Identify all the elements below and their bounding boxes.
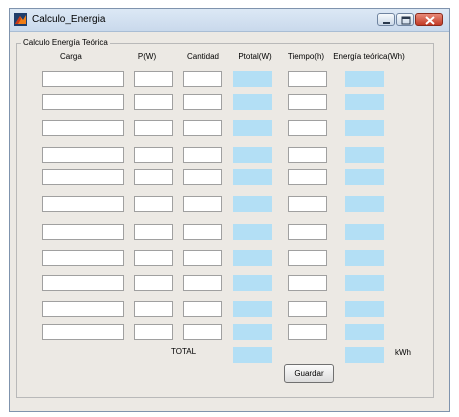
potencia-field[interactable]: [134, 224, 173, 240]
energia-field: [345, 275, 384, 291]
potencia-field[interactable]: [134, 275, 173, 291]
tiempo-field[interactable]: [288, 324, 327, 340]
energia-field: [345, 169, 384, 185]
potencia-field[interactable]: [134, 169, 173, 185]
cantidad-field[interactable]: [183, 169, 222, 185]
tiempo-field[interactable]: [288, 301, 327, 317]
header-energia: Energía teórica(Wh): [333, 52, 405, 61]
title-bar[interactable]: Calculo_Energia: [10, 9, 449, 32]
energia-field: [345, 324, 384, 340]
potencia-field[interactable]: [134, 324, 173, 340]
total-energia-field: [345, 347, 384, 363]
cantidad-field[interactable]: [183, 196, 222, 212]
carga-field[interactable]: [42, 224, 124, 240]
total-label: TOTAL: [171, 347, 197, 356]
header-ptotal: Ptotal(W): [238, 52, 272, 61]
ptotal-field: [233, 224, 272, 240]
tiempo-field[interactable]: [288, 275, 327, 291]
energia-field: [345, 196, 384, 212]
tiempo-field[interactable]: [288, 120, 327, 136]
ptotal-field: [233, 275, 272, 291]
energia-field: [345, 224, 384, 240]
potencia-field[interactable]: [134, 250, 173, 266]
cantidad-field[interactable]: [183, 250, 222, 266]
app-window: Calculo_Energia Calculo Energía Teórica …: [9, 8, 450, 412]
carga-field[interactable]: [42, 301, 124, 317]
matlab-icon: [14, 13, 27, 26]
cantidad-field[interactable]: [183, 71, 222, 87]
energia-field: [345, 250, 384, 266]
ptotal-field: [233, 120, 272, 136]
potencia-field[interactable]: [134, 94, 173, 110]
window-title: Calculo_Energia: [32, 14, 106, 25]
carga-field[interactable]: [42, 275, 124, 291]
carga-field[interactable]: [42, 147, 124, 163]
minimize-icon: [383, 22, 390, 24]
ptotal-field: [233, 169, 272, 185]
potencia-field[interactable]: [134, 71, 173, 87]
cantidad-field[interactable]: [183, 147, 222, 163]
close-button[interactable]: [415, 13, 443, 26]
ptotal-field: [233, 250, 272, 266]
cantidad-field[interactable]: [183, 301, 222, 317]
carga-field[interactable]: [42, 196, 124, 212]
header-potencia: P(W): [137, 52, 157, 61]
potencia-field[interactable]: [134, 301, 173, 317]
tiempo-field[interactable]: [288, 224, 327, 240]
close-icon: [425, 16, 435, 25]
tiempo-field[interactable]: [288, 71, 327, 87]
tiempo-field[interactable]: [288, 250, 327, 266]
energia-field: [345, 301, 384, 317]
ptotal-field: [233, 301, 272, 317]
cantidad-field[interactable]: [183, 120, 222, 136]
tiempo-field[interactable]: [288, 94, 327, 110]
save-button[interactable]: Guardar: [284, 364, 334, 383]
maximize-button[interactable]: [396, 13, 414, 26]
carga-field[interactable]: [42, 250, 124, 266]
potencia-field[interactable]: [134, 120, 173, 136]
cantidad-field[interactable]: [183, 324, 222, 340]
ptotal-field: [233, 94, 272, 110]
ptotal-field: [233, 71, 272, 87]
carga-field[interactable]: [42, 94, 124, 110]
energia-field: [345, 147, 384, 163]
carga-field[interactable]: [42, 120, 124, 136]
potencia-field[interactable]: [134, 196, 173, 212]
cantidad-field[interactable]: [183, 224, 222, 240]
ptotal-field: [233, 196, 272, 212]
ptotal-field: [233, 324, 272, 340]
tiempo-field[interactable]: [288, 169, 327, 185]
cantidad-field[interactable]: [183, 275, 222, 291]
cantidad-field[interactable]: [183, 94, 222, 110]
header-tiempo: Tiempo(h): [287, 52, 325, 61]
potencia-field[interactable]: [134, 147, 173, 163]
minimize-button[interactable]: [377, 13, 395, 26]
header-cantidad: Cantidad: [186, 52, 220, 61]
unit-label: kWh: [395, 348, 411, 357]
total-ptotal-field: [233, 347, 272, 363]
ptotal-field: [233, 147, 272, 163]
energia-field: [345, 71, 384, 87]
energia-field: [345, 120, 384, 136]
carga-field[interactable]: [42, 71, 124, 87]
tiempo-field[interactable]: [288, 147, 327, 163]
carga-field[interactable]: [42, 169, 124, 185]
maximize-icon: [401, 16, 411, 25]
tiempo-field[interactable]: [288, 196, 327, 212]
carga-field[interactable]: [42, 324, 124, 340]
panel-title: Calculo Energía Teórica: [21, 38, 110, 47]
header-carga: Carga: [60, 52, 82, 61]
energia-field: [345, 94, 384, 110]
